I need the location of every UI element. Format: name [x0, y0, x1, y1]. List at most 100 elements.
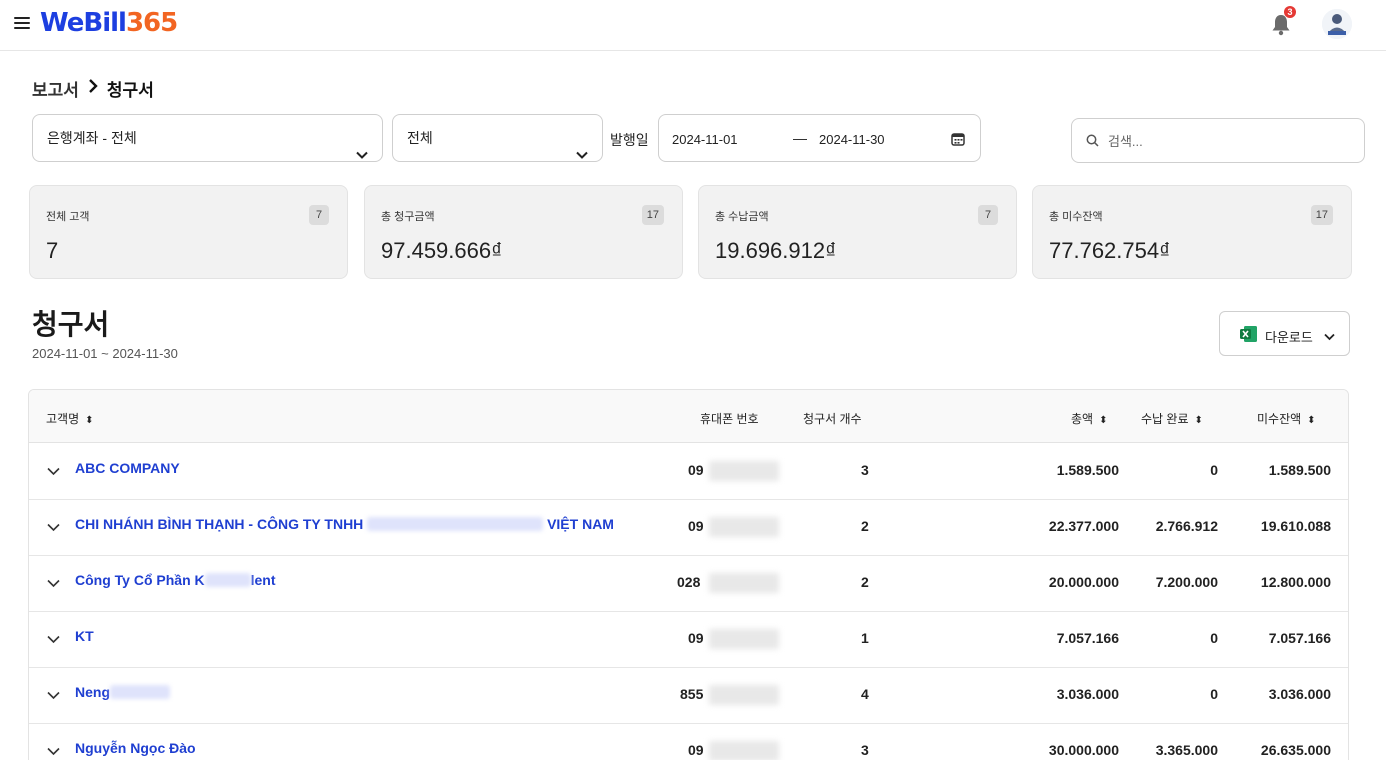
search-input[interactable]: [1108, 131, 1348, 151]
hamburger-icon[interactable]: [14, 17, 30, 31]
table-row[interactable]: Nguyễn Ngọc Đào 09 3 30.000.000 3.365.00…: [29, 724, 1348, 760]
column-label: 수납 완료: [1141, 412, 1189, 426]
stat-card-total-billed: 총 청구금액 17 97.459.666₫: [364, 185, 683, 279]
chevron-down-icon: [356, 132, 368, 178]
paid-amount: 7.200.000: [1155, 574, 1218, 590]
outstanding-amount: 1.589.500: [1268, 462, 1331, 478]
stat-card-total-outstanding: 총 미수잔액 17 77.762.754₫: [1032, 185, 1352, 279]
notification-badge: 3: [1284, 6, 1296, 18]
redacted-phone: [709, 573, 779, 593]
bank-account-select[interactable]: 은행계좌 - 전체: [32, 114, 383, 162]
date-from[interactable]: 2024-11-01: [672, 132, 738, 147]
redacted-phone: [709, 685, 779, 705]
total-amount: 1.589.500: [1056, 462, 1119, 478]
sort-icon[interactable]: ⬍: [1307, 415, 1315, 426]
breadcrumb-current: 청구서: [106, 81, 154, 100]
stat-value: 7: [46, 238, 59, 263]
table-row[interactable]: Neng 855 4 3.036.000 0 3.036.000: [29, 668, 1348, 724]
stat-label: 총 수납금액: [715, 211, 769, 223]
breadcrumb: 보고서 청구서: [32, 76, 154, 101]
chevron-down-icon: [1324, 329, 1335, 344]
download-label: 다운로드: [1265, 330, 1313, 345]
download-button[interactable]: 다운로드: [1219, 311, 1350, 356]
column-paid[interactable]: 수납 완료 ⬍: [1141, 410, 1203, 427]
chevron-right-icon: [87, 79, 99, 98]
column-phone: 휴대폰 번호: [700, 412, 759, 426]
table-row[interactable]: ABC COMPANY 09 3 1.589.500 0 1.589.500: [29, 444, 1348, 500]
chevron-down-icon: [576, 132, 588, 178]
customer-name-text: CHI NHÁNH BÌNH THẠNH - CÔNG TY TNHH: [75, 516, 364, 532]
stat-label: 총 청구금액: [381, 211, 435, 223]
customer-name-text: ABC COMPANY: [75, 460, 180, 476]
column-outstanding[interactable]: 미수잔액 ⬍: [1257, 410, 1316, 427]
avatar[interactable]: [1322, 9, 1352, 39]
sort-icon[interactable]: ⬍: [1195, 415, 1203, 426]
stat-value: 97.459.666₫: [381, 238, 503, 263]
phone-number: 09: [688, 518, 704, 534]
date-to[interactable]: 2024-11-30: [819, 132, 885, 147]
outstanding-amount: 19.610.088: [1260, 518, 1331, 534]
customer-name[interactable]: Công Ty Cổ Phần K lent: [75, 572, 276, 588]
customer-name-text: Nguyễn Ngọc Đào: [75, 740, 196, 756]
paid-amount: 0: [1210, 462, 1218, 478]
column-label: 미수잔액: [1257, 412, 1302, 426]
customer-name-text: lent: [250, 572, 276, 588]
phone-number: 09: [688, 462, 704, 478]
app-logo[interactable]: WeBill365: [40, 8, 178, 38]
sort-icon[interactable]: ⬍: [85, 415, 93, 426]
redacted-text: [367, 517, 544, 531]
total-amount: 20.000.000: [1048, 574, 1119, 590]
stat-value: 77.762.754₫: [1049, 238, 1171, 263]
table-header: 고객명 ⬍ 휴대폰 번호 청구서 개수 총액 ⬍ 수납 완료 ⬍ 미수잔액 ⬍: [29, 390, 1348, 443]
invoice-count: 4: [861, 686, 869, 702]
stat-card-total-collected: 총 수납금액 7 19.696.912₫: [698, 185, 1017, 279]
search-icon: [1086, 134, 1099, 152]
customer-name[interactable]: ABC COMPANY: [75, 460, 180, 476]
status-select[interactable]: 전체: [392, 114, 603, 162]
customer-name-text: Neng: [75, 684, 110, 700]
invoice-count: 2: [861, 518, 869, 534]
invoice-count: 3: [861, 462, 869, 478]
chevron-down-icon[interactable]: [47, 575, 60, 591]
chevron-down-icon[interactable]: [47, 687, 60, 703]
chevron-down-icon[interactable]: [47, 743, 60, 759]
redacted-text: [204, 573, 251, 587]
chevron-down-icon[interactable]: [47, 631, 60, 647]
customer-name[interactable]: CHI NHÁNH BÌNH THẠNH - CÔNG TY TNHH VIỆT…: [75, 516, 614, 532]
chevron-down-icon[interactable]: [47, 519, 60, 535]
issue-date-label: 발행일: [610, 132, 649, 148]
column-invoice-count: 청구서 개수: [803, 412, 862, 426]
phone-number: 028: [677, 574, 701, 590]
calendar-icon[interactable]: [951, 132, 965, 149]
status-value: 전체: [407, 130, 433, 146]
sort-icon[interactable]: ⬍: [1099, 415, 1107, 426]
invoice-count: 3: [861, 742, 869, 758]
chevron-down-icon[interactable]: [47, 463, 60, 479]
breadcrumb-parent[interactable]: 보고서: [32, 76, 79, 101]
total-amount: 3.036.000: [1056, 686, 1119, 702]
stat-count-badge: 17: [641, 205, 664, 225]
customer-name[interactable]: Neng: [75, 684, 170, 700]
search-box[interactable]: [1071, 118, 1365, 163]
total-amount: 22.377.000: [1048, 518, 1119, 534]
customer-name-text: KT: [75, 628, 94, 644]
stat-count-badge: 17: [1310, 205, 1333, 225]
paid-amount: 0: [1210, 630, 1218, 646]
paid-amount: 2.766.912: [1155, 518, 1218, 534]
outstanding-amount: 26.635.000: [1260, 742, 1331, 758]
stat-label: 전체 고객: [46, 211, 90, 223]
customer-name[interactable]: Nguyễn Ngọc Đào: [75, 740, 196, 756]
column-total[interactable]: 총액 ⬍: [1071, 410, 1107, 427]
total-amount: 30.000.000: [1048, 742, 1119, 758]
column-customer[interactable]: 고객명 ⬍: [46, 410, 94, 427]
column-label: 총액: [1071, 412, 1094, 426]
customer-name-text: Công Ty Cổ Phần K: [75, 572, 205, 588]
stat-card-customers: 전체 고객 7 7: [29, 185, 348, 279]
table-row[interactable]: Công Ty Cổ Phần K lent 028 2 20.000.000 7…: [29, 556, 1348, 612]
stat-label: 총 미수잔액: [1049, 211, 1103, 223]
table-row[interactable]: KT 09 1 7.057.166 0 7.057.166: [29, 612, 1348, 668]
customer-name[interactable]: KT: [75, 628, 94, 644]
redacted-text: [110, 685, 170, 699]
date-range-picker[interactable]: 2024-11-01 — 2024-11-30: [658, 114, 981, 162]
table-row[interactable]: CHI NHÁNH BÌNH THẠNH - CÔNG TY TNHH VIỆT…: [29, 500, 1348, 556]
